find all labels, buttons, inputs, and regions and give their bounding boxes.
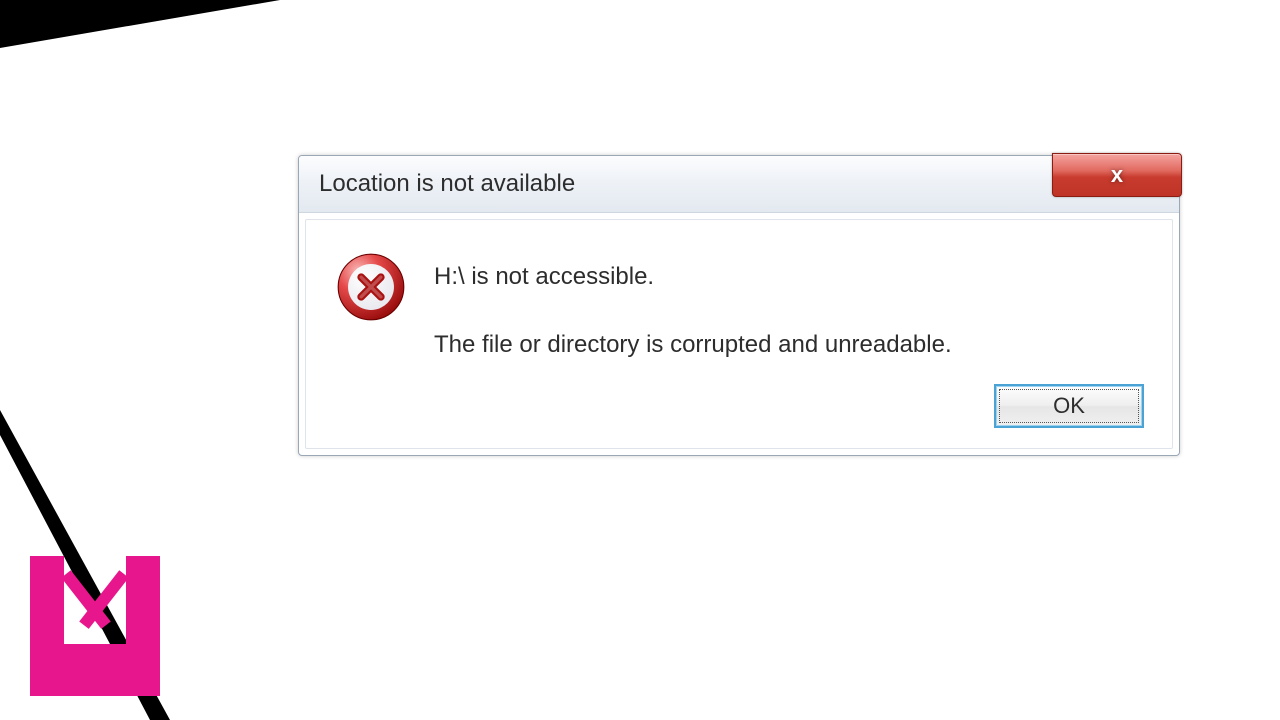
ok-button[interactable]: OK	[994, 384, 1144, 428]
dialog-title: Location is not available	[319, 170, 575, 198]
close-icon: x	[1111, 164, 1123, 186]
frame-top-left	[0, 0, 280, 48]
error-dialog: Location is not available x	[298, 155, 1180, 456]
dialog-content: H:\ is not accessible. The file or direc…	[305, 219, 1173, 449]
brand-logo	[30, 556, 160, 696]
close-button[interactable]: x	[1052, 153, 1182, 197]
message-line-2: The file or directory is corrupted and u…	[434, 328, 952, 362]
dialog-titlebar[interactable]: Location is not available x	[299, 156, 1179, 213]
message-line-1: H:\ is not accessible.	[434, 260, 952, 294]
dialog-message: H:\ is not accessible. The file or direc…	[434, 246, 952, 361]
error-icon	[336, 252, 406, 322]
